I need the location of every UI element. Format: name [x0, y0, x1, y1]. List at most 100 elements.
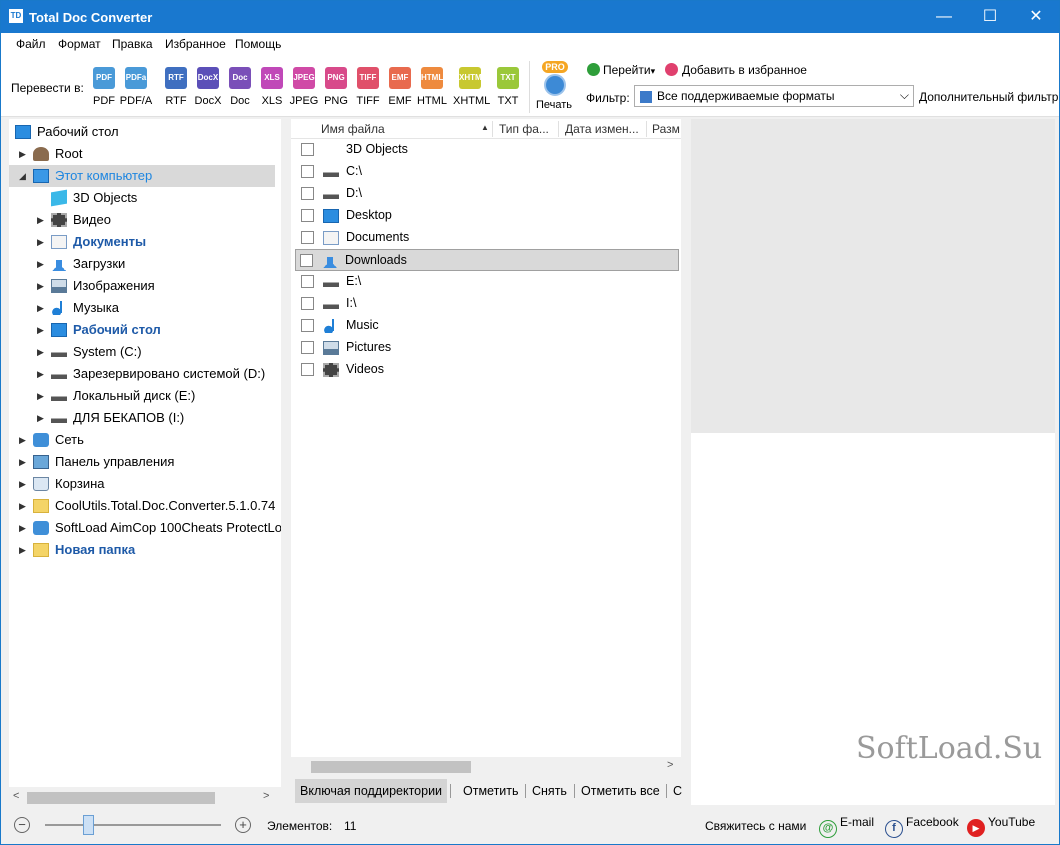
zoom-in-button[interactable]: +: [235, 817, 251, 833]
file-row[interactable]: E:\: [297, 271, 681, 293]
menu-help[interactable]: Помощь: [235, 37, 281, 51]
row-checkbox[interactable]: [301, 231, 314, 244]
tree-item[interactable]: ▶ Видео: [9, 209, 275, 231]
add-favorite-button[interactable]: Добавить в избранное: [665, 63, 807, 77]
tree-item[interactable]: ◢ Этот компьютер: [9, 165, 275, 187]
check-all-button[interactable]: Отметить все: [576, 779, 665, 803]
left-splitter[interactable]: [281, 119, 289, 809]
row-checkbox[interactable]: [301, 319, 314, 332]
row-checkbox[interactable]: [301, 297, 314, 310]
scroll-right-arrow[interactable]: >: [667, 759, 673, 771]
tree-item[interactable]: ▶ System (C:): [9, 341, 275, 363]
title-bar[interactable]: TD Total Doc Converter — ☐ ✕: [1, 1, 1059, 33]
right-splitter[interactable]: [682, 119, 690, 809]
youtube-link[interactable]: ▶ YouTube: [967, 815, 1035, 837]
menu-edit[interactable]: Правка: [112, 37, 153, 51]
convert-pdfa-button[interactable]: PDFa PDF/A: [119, 63, 153, 111]
zoom-out-button[interactable]: −: [14, 817, 30, 833]
zoom-slider-track[interactable]: [45, 824, 221, 826]
chevron-right-icon[interactable]: ▶: [37, 319, 47, 341]
include-subdirs-button[interactable]: Включая поддиректории: [295, 779, 448, 803]
tree-item[interactable]: ▶ Музыка: [9, 297, 275, 319]
chevron-right-icon[interactable]: ▶: [19, 495, 29, 517]
convert-xhtml-button[interactable]: XHTML XHTML: [453, 63, 490, 111]
chevron-right-icon[interactable]: ▶: [37, 341, 47, 363]
chevron-right-icon[interactable]: ▶: [19, 539, 29, 561]
chevron-right-icon[interactable]: ▶: [37, 385, 47, 407]
email-link[interactable]: @ E-mail: [819, 815, 874, 838]
chevron-right-icon[interactable]: ▶: [37, 363, 47, 385]
menu-favorites[interactable]: Избранное: [165, 37, 226, 51]
file-list[interactable]: Имя файла ▲ Тип фа... Дата измен... Разм…: [291, 119, 681, 777]
chevron-right-icon[interactable]: ▶: [19, 429, 29, 451]
advanced-filter-button[interactable]: Дополнительный фильтр: [919, 90, 1058, 104]
folder-tree[interactable]: Рабочий стол ▶ Root ◢ Этот компьютер 3D Objec…: [9, 119, 282, 787]
tree-item[interactable]: ▶ Панель управления: [9, 451, 275, 473]
convert-emf-button[interactable]: EMF EMF: [383, 63, 417, 111]
chevron-right-icon[interactable]: ▶: [19, 517, 29, 539]
row-checkbox[interactable]: [301, 275, 314, 288]
row-checkbox[interactable]: [301, 143, 314, 156]
tree-item[interactable]: ▶ Загрузки: [9, 253, 275, 275]
convert-jpeg-button[interactable]: JPEG JPEG: [287, 63, 321, 111]
convert-txt-button[interactable]: TXT TXT: [491, 63, 525, 111]
file-row[interactable]: Videos: [297, 359, 681, 381]
row-checkbox[interactable]: [301, 341, 314, 354]
row-checkbox[interactable]: [300, 254, 313, 267]
menu-format[interactable]: Формат: [58, 37, 101, 51]
file-row[interactable]: I:\: [297, 293, 681, 315]
file-row[interactable]: Music: [297, 315, 681, 337]
scroll-thumb[interactable]: [311, 761, 471, 773]
file-row[interactable]: C:\: [297, 161, 681, 183]
file-row[interactable]: Documents: [297, 227, 681, 249]
list-horizontal-scrollbar[interactable]: >: [291, 757, 681, 777]
chevron-right-icon[interactable]: ▶: [37, 275, 47, 297]
convert-rtf-button[interactable]: RTF RTF: [159, 63, 193, 111]
tree-item[interactable]: 3D Objects: [9, 187, 275, 209]
tree-item[interactable]: ▶ Root: [9, 143, 275, 165]
chevron-right-icon[interactable]: ▶: [19, 451, 29, 473]
tree-item[interactable]: ▶ Изображения: [9, 275, 275, 297]
chevron-right-icon[interactable]: ▶: [37, 297, 47, 319]
chevron-down-icon[interactable]: ◢: [19, 165, 29, 187]
close-button[interactable]: ✕: [1013, 1, 1059, 33]
minimize-button[interactable]: —: [921, 1, 967, 33]
tree-item[interactable]: ▶ CoolUtils.Total.Doc.Converter.5.1.0.74: [9, 495, 275, 517]
more-button[interactable]: С: [668, 779, 687, 803]
convert-docx-button[interactable]: DocX DocX: [191, 63, 225, 111]
convert-xls-button[interactable]: XLS XLS: [255, 63, 289, 111]
column-date[interactable]: Дата измен...: [565, 122, 639, 136]
file-row[interactable]: Pictures: [297, 337, 681, 359]
tree-item[interactable]: ▶ Зарезервировано системой (D:): [9, 363, 275, 385]
scroll-right-arrow[interactable]: >: [263, 790, 269, 802]
convert-tiff-button[interactable]: TIFF TIFF: [351, 63, 385, 111]
scroll-thumb[interactable]: [27, 792, 215, 804]
zoom-slider-thumb[interactable]: [83, 815, 94, 835]
convert-pdf-button[interactable]: PDF PDF: [87, 63, 121, 111]
row-checkbox[interactable]: [301, 209, 314, 222]
menu-file[interactable]: Файл: [16, 37, 46, 51]
tree-item[interactable]: ▶ ДЛЯ БЕКАПОВ (I:): [9, 407, 275, 429]
chevron-right-icon[interactable]: ▶: [37, 209, 47, 231]
uncheck-button[interactable]: Снять: [527, 779, 572, 803]
row-checkbox[interactable]: [301, 363, 314, 376]
file-row[interactable]: Desktop: [297, 205, 681, 227]
chevron-right-icon[interactable]: ▶: [19, 473, 29, 495]
column-type[interactable]: Тип фа...: [499, 122, 549, 136]
print-button[interactable]: PRO Печать: [529, 61, 577, 113]
tree-item[interactable]: ▶ SoftLoad AimCop 100Cheats ProtectLo: [9, 517, 282, 539]
column-size[interactable]: Разм: [652, 122, 680, 136]
tree-item[interactable]: ▶ Локальный диск (E:): [9, 385, 275, 407]
filter-select[interactable]: Все поддерживаемые форматы ⌵: [634, 85, 914, 107]
row-checkbox[interactable]: [301, 165, 314, 178]
chevron-right-icon[interactable]: ▶: [37, 231, 47, 253]
check-button[interactable]: Отметить: [458, 779, 524, 803]
tree-item[interactable]: ▶ Новая папка: [9, 539, 275, 561]
tree-item[interactable]: ▶ Рабочий стол: [9, 319, 275, 341]
tree-item[interactable]: ▶ Сеть: [9, 429, 275, 451]
chevron-right-icon[interactable]: ▶: [19, 143, 29, 165]
tree-horizontal-scrollbar[interactable]: < >: [9, 788, 281, 806]
facebook-link[interactable]: f Facebook: [885, 815, 959, 838]
file-row[interactable]: 3D Objects: [297, 139, 681, 161]
file-row[interactable]: Downloads: [295, 249, 679, 271]
